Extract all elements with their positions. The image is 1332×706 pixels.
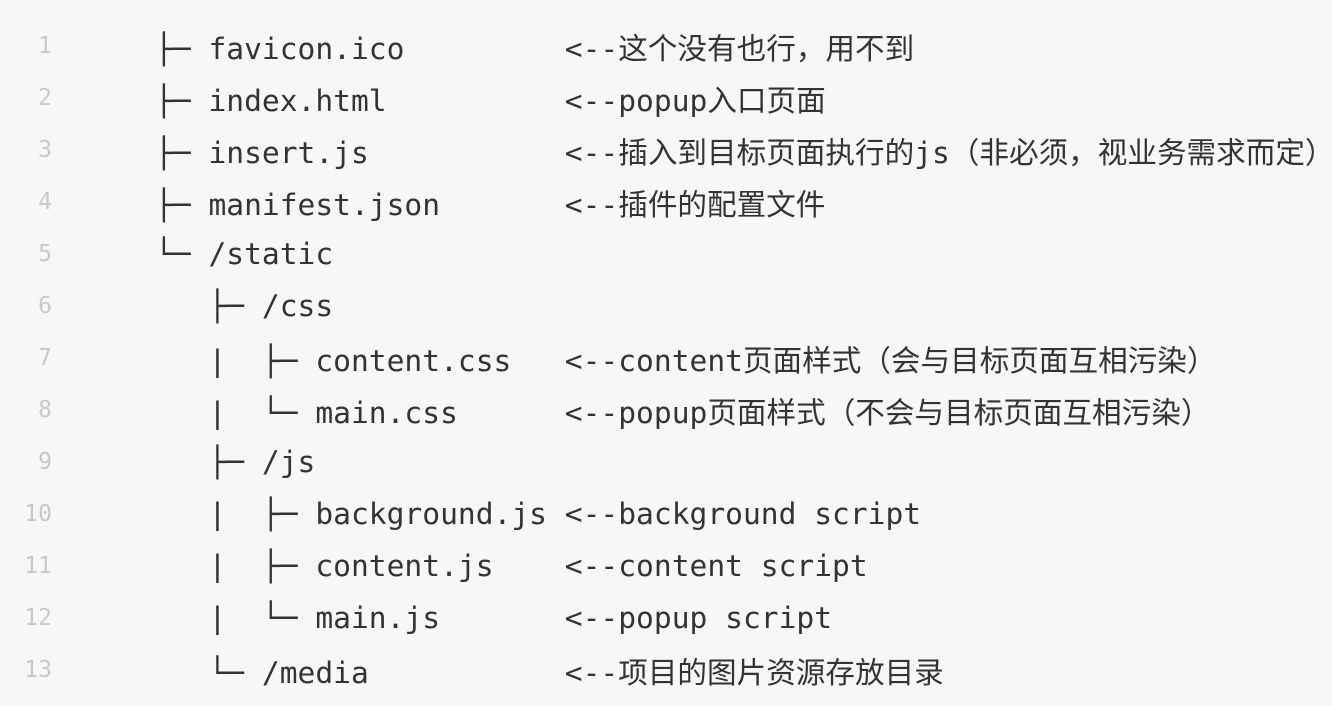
code-text: | ├─ content.js <--content script — [155, 549, 868, 583]
line-number: 12 — [24, 605, 52, 631]
code-line: 9 ├─ /js — [0, 436, 1332, 488]
code-line: 1 ├─ favicon.ico <--这个没有也行，用不到 — [0, 20, 1332, 72]
line-number: 8 — [38, 397, 52, 423]
code-text: ├─ index.html <--popup入口页面 — [155, 83, 826, 118]
code-line: 5 └─ /static — [0, 228, 1332, 280]
line-number: 7 — [38, 345, 52, 371]
code-block: 1 ├─ favicon.ico <--这个没有也行，用不到 2 ├─ index.h… — [0, 0, 1332, 696]
line-number: 2 — [38, 85, 52, 111]
line-number: 13 — [24, 657, 52, 683]
line-number: 5 — [38, 241, 52, 267]
line-number: 9 — [38, 449, 52, 475]
code-line: 10 | ├─ background.js <--background scri… — [0, 488, 1332, 540]
code-text: | ├─ content.css <--content页面样式（会与目标页面互相… — [155, 343, 1217, 378]
code-line: 11 | ├─ content.js <--content script — [0, 540, 1332, 592]
code-text: ├─ manifest.json <--插件的配置文件 — [155, 187, 826, 222]
code-line: 8 | └─ main.css <--popup页面样式（不会与目标页面互相污染… — [0, 384, 1332, 436]
code-line: 2 ├─ index.html <--popup入口页面 — [0, 72, 1332, 124]
line-number: 10 — [24, 501, 52, 527]
code-text: └─ /media <--项目的图片资源存放目录 — [155, 655, 944, 690]
code-line: 6 ├─ /css — [0, 280, 1332, 332]
line-number: 1 — [38, 33, 52, 59]
code-text: | ├─ background.js <--background script — [155, 497, 922, 531]
code-line: 13 └─ /media <--项目的图片资源存放目录 — [0, 644, 1332, 696]
line-number: 11 — [24, 553, 52, 579]
line-number: 6 — [38, 293, 52, 319]
code-line: 7 | ├─ content.css <--content页面样式（会与目标页面… — [0, 332, 1332, 384]
line-number: 3 — [38, 137, 52, 163]
code-line: 12 | └─ main.js <--popup script — [0, 592, 1332, 644]
code-text: | └─ main.js <--popup script — [155, 601, 833, 635]
code-line: 4 ├─ manifest.json <--插件的配置文件 — [0, 176, 1332, 228]
code-text: | └─ main.css <--popup页面样式（不会与目标页面互相污染） — [155, 395, 1211, 430]
line-number: 4 — [38, 189, 52, 215]
code-text: └─ /static — [155, 237, 334, 271]
code-text: ├─ /css — [155, 289, 334, 323]
code-text: ├─ /js — [155, 445, 316, 479]
code-line: 3 ├─ insert.js <--插入到目标页面执行的js（非必须，视业务需求而… — [0, 124, 1332, 176]
code-text: ├─ insert.js <--插入到目标页面执行的js（非必须，视业务需求而定… — [155, 135, 1332, 170]
code-text: ├─ favicon.ico <--这个没有也行，用不到 — [155, 31, 915, 66]
